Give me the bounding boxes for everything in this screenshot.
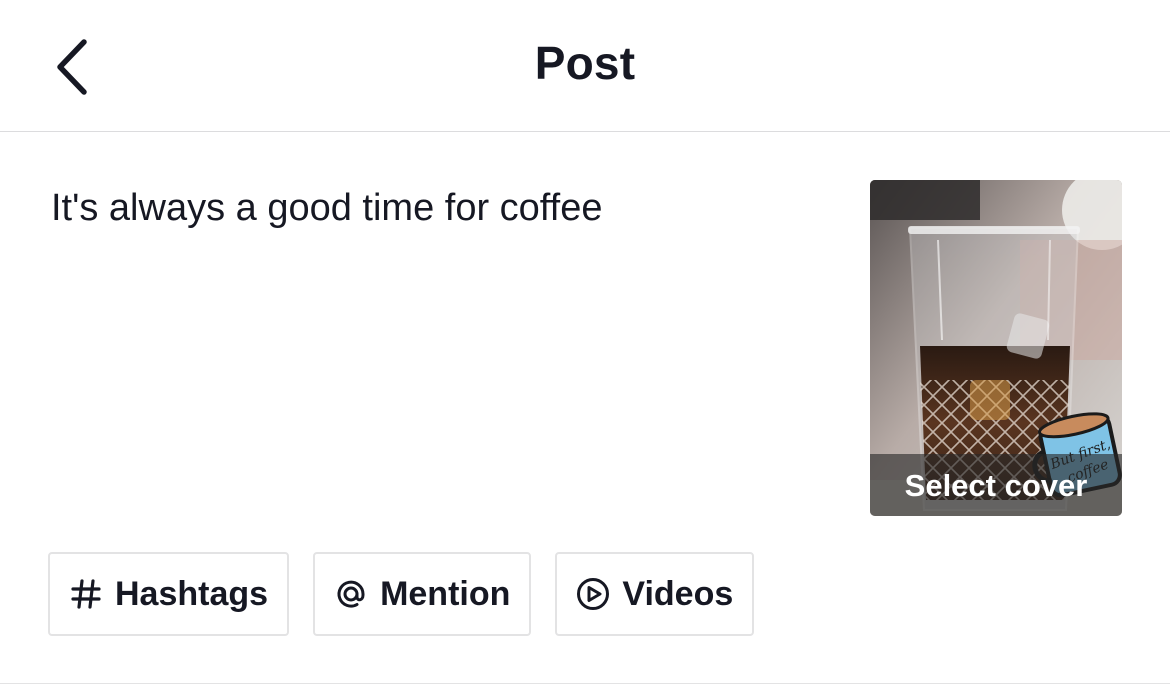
hashtags-button[interactable]: Hashtags — [48, 552, 290, 636]
page-title: Post — [534, 37, 636, 89]
play-circle-icon — [576, 577, 610, 611]
hashtag-icon — [69, 577, 103, 611]
select-cover-button[interactable]: But first, coffee Select cover — [870, 180, 1122, 516]
top-nav-bar: Post — [0, 0, 1170, 132]
videos-button[interactable]: Videos — [555, 552, 755, 636]
videos-label: Videos — [622, 574, 734, 613]
caption-tools: Hashtags Mention Videos — [48, 552, 755, 636]
at-sign-icon — [334, 577, 368, 611]
divider — [0, 683, 1170, 684]
mention-label: Mention — [380, 574, 511, 613]
select-cover-label: Select cover — [904, 468, 1088, 503]
mention-button[interactable]: Mention — [313, 552, 532, 636]
caption-input[interactable]: It's always a good time for coffee — [51, 184, 831, 504]
hashtags-label: Hashtags — [115, 574, 269, 613]
